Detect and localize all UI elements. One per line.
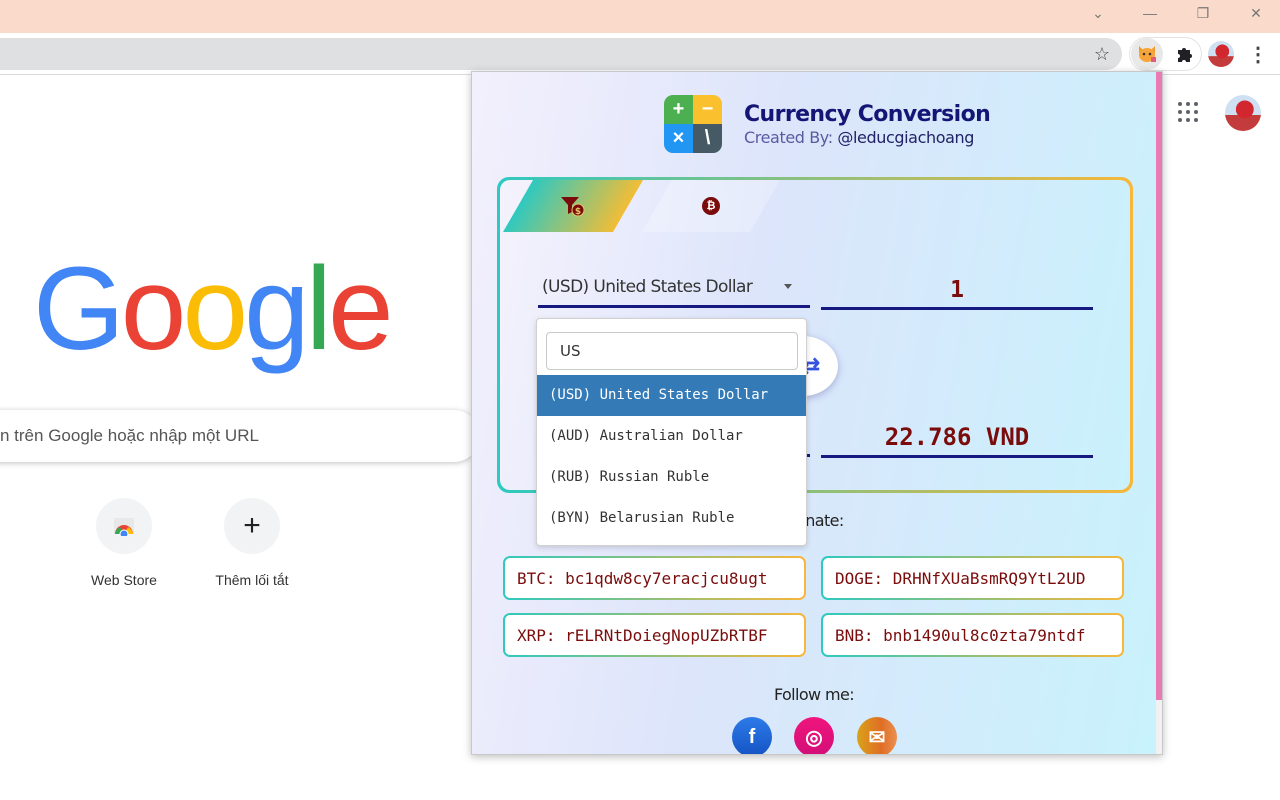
search-placeholder: n trên Google hoặc nhập một URL [0,426,259,445]
from-currency-select[interactable]: (USD) United States Dollar [538,268,810,308]
plus-icon: + [664,95,693,124]
credit-prefix: Created By: [744,127,833,147]
funnel-dollar-icon: $ [561,197,585,217]
popup-scrollbar[interactable] [1156,72,1162,754]
tab-search-button[interactable]: ⌄ [1075,0,1121,26]
currency-option[interactable]: (BYN) Belarusian Ruble [537,498,806,539]
currency-extension-button[interactable] [1131,38,1163,70]
amount-input[interactable]: 1 [821,272,1093,310]
logo-letter: o [120,243,187,375]
author-handle: @leducgiachoang [837,127,974,147]
wallet-doge[interactable]: DOGE: DRHNfXUaBsmRQ9YtL2UD [821,556,1124,600]
currency-dropdown: US (USD) United States Dollar (AUD) Aust… [536,318,807,546]
google-logo: Google [33,250,394,368]
wallet-xrp[interactable]: XRP: rELRNtDoiegNopUZbRTBF [503,613,806,657]
kebab-menu-icon: ⋮ [1248,43,1268,66]
app-title: Currency Conversion [744,101,991,127]
instagram-link[interactable]: ◎ [794,717,834,754]
ntp-search-box[interactable]: n trên Google hoặc nhập một URL [0,410,480,462]
fox-mascot-icon [1139,46,1156,62]
facebook-icon: f [748,725,756,748]
restore-button[interactable]: ❐ [1180,0,1226,26]
minimize-icon: — [1143,5,1157,21]
shortcut-add[interactable]: + Thêm lối tắt [196,498,308,588]
app-credit: Created By: @leducgiachoang [744,128,990,147]
shortcut-label: Web Store [91,572,157,588]
minimize-button[interactable]: — [1127,0,1173,26]
google-apps-icon[interactable] [1178,102,1200,124]
logo-letter: o [182,243,248,375]
logo-letter: G [33,243,125,375]
restore-icon: ❐ [1196,4,1210,21]
profile-avatar-icon [1208,41,1234,67]
wallet-address: DOGE: DRHNfXUaBsmRQ9YtL2UD [823,558,1122,598]
address-bar[interactable] [0,38,1122,70]
tab-crypto[interactable]: ₿ [641,180,781,232]
email-icon: ✉ [868,726,886,749]
google-account-avatar[interactable] [1225,95,1261,131]
email-link[interactable]: ✉ [857,717,897,754]
logo-letter: g [244,243,310,375]
window-titlebar: ⌄ — ❐ ✕ [0,0,1280,33]
plus-icon: + [224,498,280,554]
wallet-address: BTC: bc1qdw8cy7eracjcu8ugt [505,558,804,598]
currency-search-input[interactable]: US [546,332,798,370]
shortcut-label: Thêm lối tắt [215,572,289,588]
divide-icon: \ [693,124,722,153]
wallet-btc[interactable]: BTC: bc1qdw8cy7eracjcu8ugt [503,556,806,600]
follow-label: Follow me: [773,685,855,704]
currency-option[interactable]: (AUD) Australian Dollar [537,416,806,457]
selected-currency: (USD) United States Dollar [542,276,753,297]
star-icon: ☆ [1093,43,1111,64]
browser-toolbar: ☆ ⋮ [0,33,1280,75]
popup-header: + − × \ Currency Conversion Created By: … [664,95,991,153]
caret-down-icon [784,284,792,289]
multiply-icon: × [664,124,693,153]
bookmark-star-button[interactable]: ☆ [1086,38,1118,70]
shortcut-web-store[interactable]: Web Store [68,498,180,588]
wallet-bnb[interactable]: BNB: bnb1490ul8c0zta79ntdf [821,613,1124,657]
browser-menu-button[interactable]: ⋮ [1242,38,1274,70]
instagram-icon: ◎ [805,726,823,749]
bitcoin-icon: ₿ [702,197,720,215]
logo-letter: e [327,243,394,375]
tab-fiat[interactable]: $ [502,180,644,232]
wallet-address: XRP: rELRNtDoiegNopUZbRTBF [505,615,804,655]
currency-option[interactable]: (RUB) Russian Ruble [537,457,806,498]
profile-button[interactable] [1205,38,1237,70]
web-store-icon [96,498,152,554]
conversion-result: 22.786 VND [821,418,1093,458]
svg-text:$: $ [575,207,581,217]
calculator-logo-icon: + − × \ [664,95,722,153]
minus-icon: − [693,95,722,124]
extensions-button[interactable] [1168,38,1200,70]
close-window-button[interactable]: ✕ [1233,0,1279,26]
facebook-link[interactable]: f [732,717,772,754]
logo-letter: l [305,243,332,375]
scrollbar-thumb[interactable] [1156,72,1162,700]
chevron-down-icon: ⌄ [1092,4,1104,21]
wallet-address: BNB: bnb1490ul8c0zta79ntdf [823,615,1122,655]
puzzle-icon [1178,48,1192,62]
close-icon: ✕ [1250,4,1262,21]
currency-option[interactable]: (USD) United States Dollar [537,375,806,416]
